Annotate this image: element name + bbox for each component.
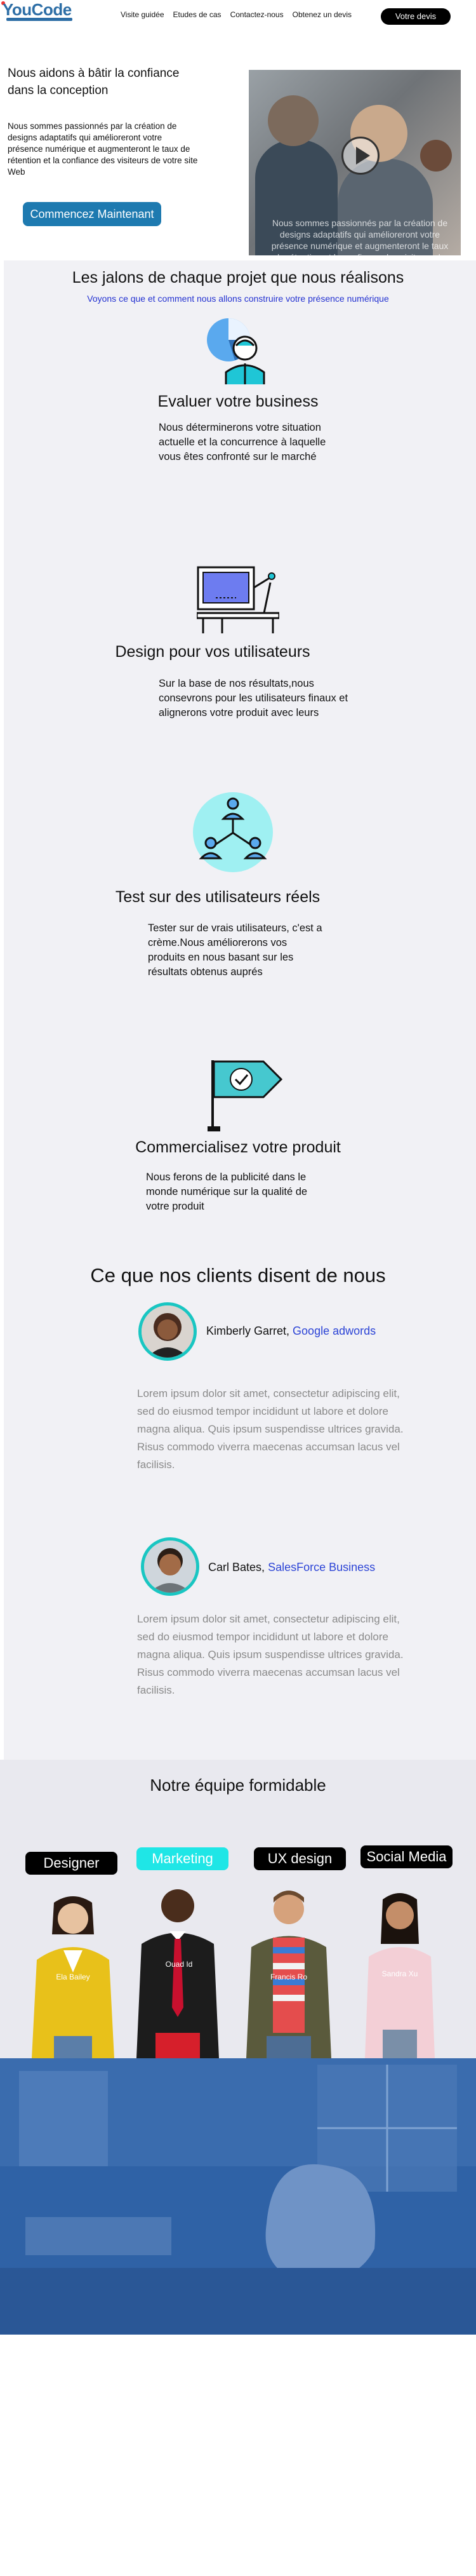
testimonial-company[interactable]: Google adwords — [293, 1325, 376, 1337]
hero-text: Nous sommes passionnés par la création d… — [8, 121, 198, 177]
team-member-name: Ela Bailey — [56, 1972, 90, 1981]
testimonial-text: Lorem ipsum dolor sit amet, consectetur … — [137, 1387, 404, 1471]
nav-links: Visite guidée Etudes de cas Contactez-no… — [121, 10, 352, 19]
design-desk-icon — [197, 566, 279, 633]
milestones-title: Les jalons de chaque projet que nous réa… — [72, 269, 404, 287]
step-text-evaluate: Nous déterminerons votre situation actue… — [159, 422, 326, 462]
testimonial-company[interactable]: SalesForce Business — [268, 1561, 375, 1574]
hero-video-caption: Nous sommes passionnés par la création d… — [271, 218, 449, 255]
step-title-design: Design pour vos utilisateurs — [115, 643, 310, 661]
team-role-badge: UX design — [254, 1847, 346, 1870]
team-member-photo — [246, 1891, 331, 2058]
nav-link-contact[interactable]: Contactez-nous — [230, 10, 284, 19]
analytics-person-icon — [207, 318, 265, 384]
team-member-name: Ouad Id — [165, 1960, 193, 1969]
hero-video[interactable]: Nous sommes passionnés par la création d… — [249, 70, 461, 255]
step-text-test: Tester sur de vrais utilisateurs, c'est … — [148, 922, 322, 978]
logo-underline — [6, 18, 72, 21]
quote-button[interactable]: Votre devis — [381, 8, 451, 25]
milestones-section — [4, 260, 476, 1760]
nav-link-etudes[interactable]: Etudes de cas — [173, 10, 221, 19]
step-text-market: Nous ferons de la publicité dans le mond… — [146, 1171, 308, 1212]
hero-title: Nous aidons à bâtir la confiance dans la… — [8, 67, 180, 97]
step-title-evaluate: Evaluer votre business — [157, 393, 319, 410]
milestones-subtitle: Voyons ce que et comment nous allons con… — [87, 293, 389, 304]
testimonials-title: Ce que nos clients disent de nous — [90, 1264, 386, 1286]
step-title-market: Commercialisez votre produit — [135, 1138, 341, 1156]
hero-person-head — [420, 140, 452, 172]
play-icon[interactable] — [341, 137, 380, 175]
team-role-badge: Designer — [25, 1852, 117, 1875]
top-navbar: YouCode Visite guidée Etudes de cas Cont… — [0, 0, 476, 29]
hero-person-head — [268, 95, 319, 146]
avatar — [141, 1537, 199, 1596]
avatar — [138, 1302, 197, 1361]
team-member-name: Sandra Xu — [381, 1969, 418, 1978]
testimonial-person: Carl Bates, — [208, 1561, 265, 1574]
team-role-badge: Social Media — [360, 1845, 453, 1868]
team-role-badge: Marketing — [136, 1847, 228, 1870]
start-now-button[interactable]: Commencez Maintenant — [23, 202, 161, 226]
testimonial-name: Kimberly Garret, Google adwords — [206, 1325, 376, 1338]
testimonial-person: Kimberly Garret, — [206, 1325, 290, 1337]
nav-link-visite[interactable]: Visite guidée — [121, 10, 164, 19]
flag-check-icon — [208, 1060, 282, 1131]
team-member-name: Francis Ro — [270, 1972, 307, 1981]
office-background-image — [0, 2058, 476, 2335]
user-network-icon — [193, 792, 273, 872]
step-title-test: Test sur des utilisateurs réels — [115, 888, 321, 906]
logo[interactable]: YouCode — [3, 0, 72, 20]
testimonial-text: Lorem ipsum dolor sit amet, consectetur … — [137, 1613, 404, 1696]
team-member-photo — [136, 1889, 219, 2058]
team-title: Notre équipe formidable — [150, 1776, 326, 1795]
testimonial-name: Carl Bates, SalesForce Business — [208, 1561, 375, 1574]
nav-link-devis[interactable]: Obtenez un devis — [293, 10, 352, 19]
step-text-design: Sur la base de nos résultats,nous consev… — [159, 678, 348, 718]
